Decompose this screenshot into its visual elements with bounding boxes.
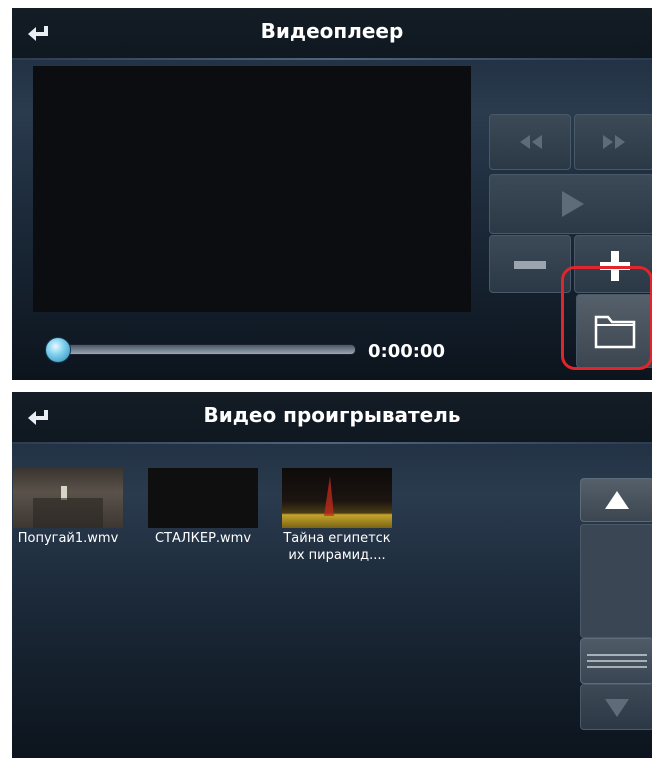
seek-handle[interactable]: [45, 337, 71, 363]
grip-icon: [587, 654, 647, 668]
file-name: их пирамид....: [288, 548, 386, 563]
play-button[interactable]: [489, 174, 652, 234]
fast-forward-icon: [603, 135, 625, 149]
video-display[interactable]: [33, 66, 471, 312]
file-item[interactable]: Тайна египетск их пирамид....: [267, 468, 407, 564]
title-bar: Видео проигрыватель: [12, 392, 652, 444]
video-player-screen: Видеоплеер 0:00:00: [12, 8, 652, 380]
scroll-up-button[interactable]: [580, 478, 652, 522]
video-thumbnail: [13, 468, 123, 528]
file-name: Тайна египетск: [283, 531, 391, 546]
scroll-down-button[interactable]: [580, 684, 652, 730]
video-thumbnail: [148, 468, 258, 528]
rewind-icon: [520, 135, 542, 149]
scroll-up-icon: [605, 491, 629, 509]
play-icon: [562, 191, 584, 217]
page-title: Видео проигрыватель: [203, 403, 461, 427]
volume-down-icon: [514, 261, 546, 269]
seek-bar[interactable]: [48, 344, 356, 355]
time-display: 0:00:00: [368, 341, 446, 362]
folder-button-highlight: [561, 266, 652, 370]
title-bar: Видеоплеер: [12, 8, 652, 60]
video-browser-screen: Видео проигрыватель Попугай1.wmv СТАЛКЕР…: [12, 392, 652, 758]
file-name: Попугай1.wmv: [17, 531, 119, 546]
fast-forward-button[interactable]: [574, 114, 652, 170]
file-name: СТАЛКЕР.wmv: [154, 531, 252, 546]
file-item[interactable]: СТАЛКЕР.wmv: [133, 468, 273, 547]
page-title: Видеоплеер: [260, 19, 404, 43]
volume-down-button[interactable]: [489, 235, 571, 293]
video-thumbnail: [282, 468, 392, 528]
rewind-button[interactable]: [489, 114, 571, 170]
file-item[interactable]: Попугай1.wmv: [12, 468, 138, 547]
scroll-down-icon: [605, 699, 629, 717]
scroll-track[interactable]: [580, 524, 652, 638]
scroll-handle[interactable]: [580, 638, 652, 684]
